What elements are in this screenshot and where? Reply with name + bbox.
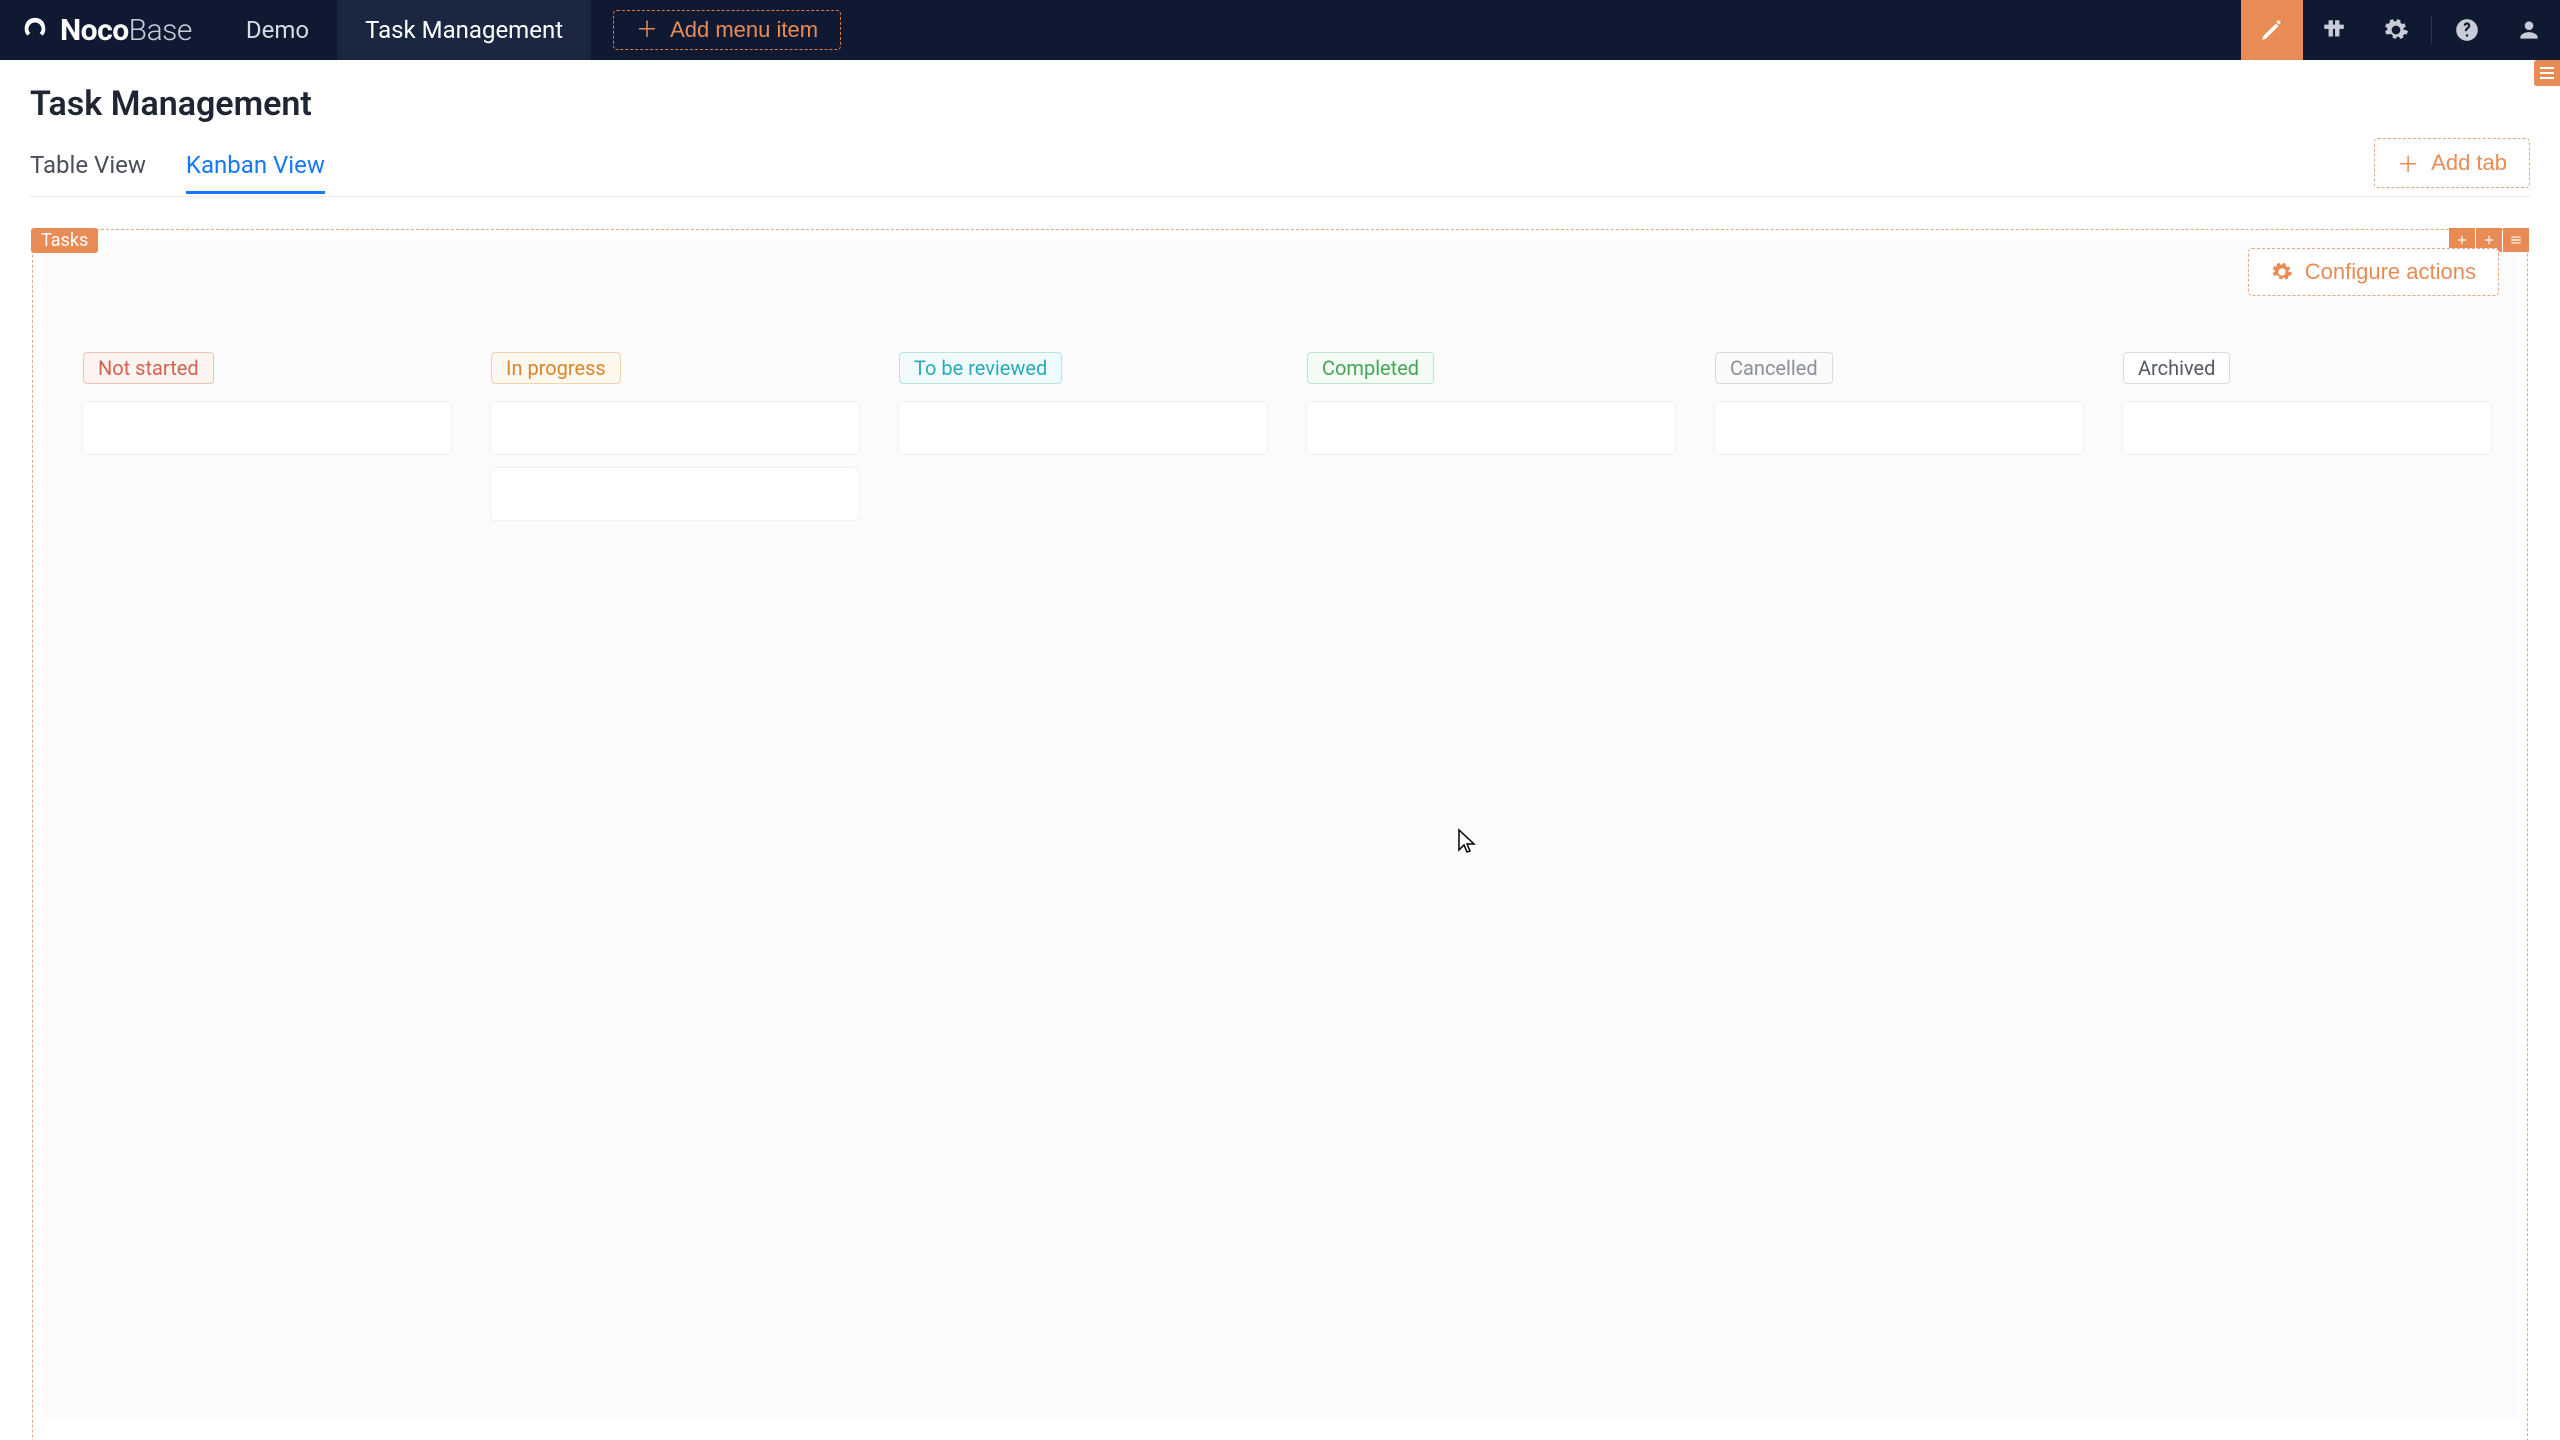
add-tab-label: Add tab <box>2431 150 2507 176</box>
tab-label: Kanban View <box>186 151 325 179</box>
main-nav: Demo Task Management <box>218 0 591 60</box>
content: Tasks Configure actions Not started In pr… <box>0 197 2560 1440</box>
nav-item-demo[interactable]: Demo <box>218 0 337 60</box>
column-status-pill[interactable]: Cancelled <box>1715 352 1833 384</box>
kanban-column: To be reviewed <box>899 352 1267 1380</box>
design-mode-button[interactable] <box>2241 0 2303 60</box>
kanban-card[interactable] <box>491 468 859 520</box>
kanban-column: In progress <box>491 352 859 1380</box>
kanban-card[interactable] <box>899 402 1267 454</box>
plus-icon: ＋ <box>636 19 658 41</box>
kanban-card[interactable] <box>1307 402 1675 454</box>
column-status-pill[interactable]: Completed <box>1307 352 1434 384</box>
kanban-card[interactable] <box>491 402 859 454</box>
configure-actions-label: Configure actions <box>2305 259 2476 285</box>
configure-actions-button[interactable]: Configure actions <box>2248 248 2499 296</box>
help-button[interactable] <box>2436 0 2498 60</box>
block-menu-button[interactable] <box>2503 228 2529 252</box>
page-title: Task Management <box>30 84 2530 124</box>
brand-name-strong: Noco <box>60 13 129 48</box>
kanban-card[interactable] <box>1715 402 2083 454</box>
kanban-card[interactable] <box>83 402 451 454</box>
settings-button[interactable] <box>2365 0 2427 60</box>
add-menu-item-label: Add menu item <box>670 17 818 43</box>
tab-label: Table View <box>30 151 146 179</box>
kanban-column: Archived <box>2123 352 2491 1380</box>
brand-name-light: Base <box>129 13 192 48</box>
plus-icon: ＋ <box>2397 147 2419 179</box>
kanban-column: Not started <box>83 352 451 1380</box>
view-tabs: Table View Kanban View ＋ Add tab <box>30 138 2530 197</box>
user-menu-button[interactable] <box>2498 0 2560 60</box>
kanban-column: Cancelled <box>1715 352 2083 1380</box>
tab-table-view[interactable]: Table View <box>30 141 146 193</box>
topbar-divider <box>2431 16 2432 44</box>
block-tag[interactable]: Tasks <box>31 228 98 253</box>
add-tab-button[interactable]: ＋ Add tab <box>2374 138 2530 188</box>
nav-item-label: Demo <box>246 16 309 44</box>
page-header: Task Management Table View Kanban View ＋… <box>0 60 2560 197</box>
column-status-pill[interactable]: Archived <box>2123 352 2230 384</box>
nav-item-label: Task Management <box>365 16 563 44</box>
kanban-board: Not started In progress To be reviewed Comp… <box>43 240 2517 1420</box>
nav-item-task-management[interactable]: Task Management <box>337 0 591 60</box>
kanban-column: Completed <box>1307 352 1675 1380</box>
tasks-block: Tasks Configure actions Not started In pr… <box>32 229 2528 1440</box>
column-status-pill[interactable]: To be reviewed <box>899 352 1062 384</box>
column-status-pill[interactable]: Not started <box>83 352 214 384</box>
brand-logo[interactable]: NocoBase <box>0 0 218 60</box>
brand-name: NocoBase <box>60 13 192 48</box>
add-menu-item-button[interactable]: ＋ Add menu item <box>613 10 841 50</box>
plugins-button[interactable] <box>2303 0 2365 60</box>
topbar: NocoBase Demo Task Management ＋ Add menu… <box>0 0 2560 60</box>
column-status-pill[interactable]: In progress <box>491 352 621 384</box>
topbar-right <box>2241 0 2560 60</box>
tab-kanban-view[interactable]: Kanban View <box>186 141 325 193</box>
kanban-card[interactable] <box>2123 402 2491 454</box>
brand-logo-mark <box>20 15 50 45</box>
